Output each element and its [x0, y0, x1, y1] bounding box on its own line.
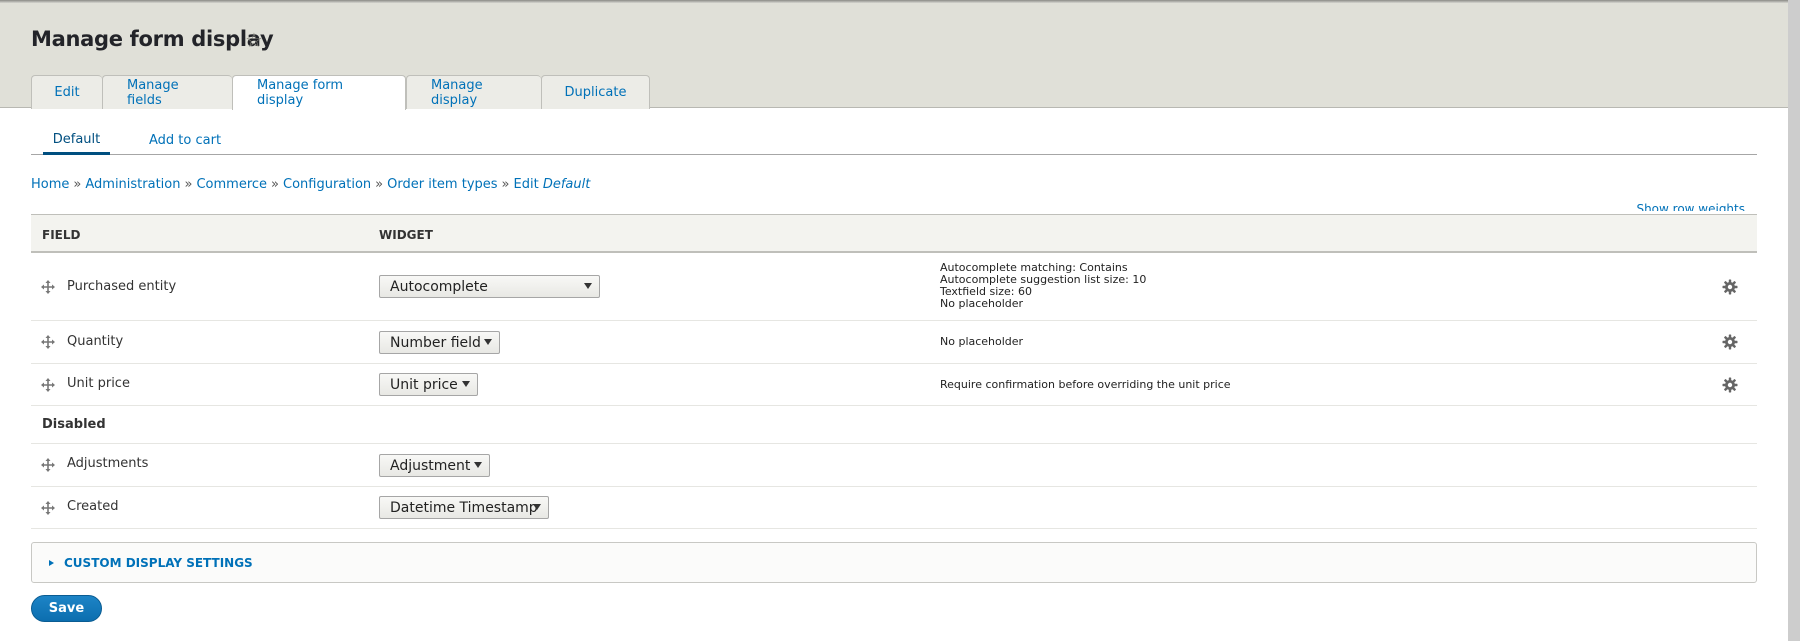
primary-tabs: Edit Manage fields Manage form display M…: [31, 75, 650, 110]
vertical-scrollbar[interactable]: [1788, 0, 1800, 641]
page: Manage form display ☆ Edit Manage fields…: [0, 0, 1788, 641]
chevron-down-icon: [584, 283, 592, 289]
breadcrumb-default-label: Default: [542, 177, 591, 192]
drag-handle-icon[interactable]: [41, 501, 55, 515]
gear-icon[interactable]: [1722, 334, 1738, 350]
summary-line: No placeholder: [940, 297, 1024, 310]
field-summary: Require confirmation before overriding t…: [940, 379, 1231, 391]
tab-edit[interactable]: Edit: [31, 75, 102, 109]
field-label: Unit price: [67, 376, 130, 391]
star-icon[interactable]: ☆: [245, 28, 263, 52]
widget-select[interactable]: Datetime Timestamp: [379, 496, 549, 519]
field-label: Created: [67, 499, 119, 514]
show-row-weights-link[interactable]: Show row weights: [1636, 199, 1745, 211]
table-row: Unit price Unit price Require confirmati…: [31, 364, 1757, 406]
chevron-down-icon: [533, 504, 541, 510]
field-summary: No placeholder: [940, 336, 1023, 348]
chevron-down-icon: [462, 381, 470, 387]
secondary-tabs: Default Add to cart: [31, 126, 1757, 155]
widget-select[interactable]: Adjustment: [379, 454, 490, 477]
breadcrumb-separator: »: [375, 177, 384, 192]
column-header-widget: Widget: [379, 228, 433, 242]
triangle-right-icon: [49, 560, 54, 566]
page-title: Manage form display: [31, 27, 274, 51]
save-button[interactable]: Save: [31, 595, 102, 622]
widget-select-value: Adjustment: [390, 457, 471, 474]
top-shadow: [0, 0, 1788, 3]
breadcrumb-separator: »: [73, 177, 82, 192]
breadcrumb-configuration[interactable]: Configuration: [283, 177, 371, 192]
table-header: Field Widget: [31, 214, 1757, 253]
breadcrumb-separator: »: [501, 177, 510, 192]
widget-select-value: Number field: [390, 334, 481, 351]
drag-handle-icon[interactable]: [41, 280, 55, 294]
tab-duplicate[interactable]: Duplicate: [541, 75, 650, 109]
field-summary: Autocomplete matching: Contains Autocomp…: [940, 262, 1146, 310]
subtab-add-to-cart[interactable]: Add to cart: [149, 126, 221, 154]
drag-handle-icon[interactable]: [41, 335, 55, 349]
breadcrumb-commerce[interactable]: Commerce: [196, 177, 267, 192]
table-row: Created Datetime Timestamp: [31, 487, 1757, 529]
widget-select-value: Autocomplete: [390, 278, 488, 295]
widget-select[interactable]: Unit price: [379, 373, 478, 396]
widget-select[interactable]: Number field: [379, 331, 500, 354]
widget-select-value: Datetime Timestamp: [390, 499, 538, 516]
fields-table: Field Widget Purchased entity Autocomple…: [31, 214, 1757, 529]
breadcrumb-edit-default[interactable]: Edit Default: [514, 177, 591, 192]
drag-handle-icon[interactable]: [41, 458, 55, 472]
custom-display-settings-toggle[interactable]: Custom display settings: [49, 556, 253, 570]
breadcrumb-separator: »: [184, 177, 193, 192]
field-label: Purchased entity: [67, 279, 177, 294]
table-row: Quantity Number field No placeholder: [31, 321, 1757, 364]
custom-display-settings-label: Custom display settings: [64, 556, 253, 570]
page-header: Manage form display ☆ Edit Manage fields…: [0, 0, 1788, 110]
column-header-field: Field: [42, 228, 81, 242]
gear-icon[interactable]: [1722, 279, 1738, 295]
chevron-down-icon: [474, 462, 482, 468]
tab-manage-form-display[interactable]: Manage form display: [232, 75, 406, 110]
chevron-down-icon: [484, 339, 492, 345]
breadcrumb-separator: »: [271, 177, 279, 192]
drag-handle-icon[interactable]: [41, 378, 55, 392]
custom-display-settings: Custom display settings: [31, 542, 1757, 583]
summary-line: No placeholder: [940, 335, 1024, 348]
region-row-disabled: Disabled: [31, 406, 1757, 444]
tab-manage-fields[interactable]: Manage fields: [102, 75, 232, 109]
breadcrumb-administration[interactable]: Administration: [85, 177, 180, 192]
breadcrumb-edit-label: Edit: [513, 177, 539, 192]
breadcrumb: Home» Administration» Commerce» Configurati…: [31, 177, 590, 192]
table-row: Adjustments Adjustment: [31, 444, 1757, 487]
breadcrumb-home[interactable]: Home: [31, 177, 69, 192]
tab-manage-display[interactable]: Manage display: [406, 75, 541, 109]
breadcrumb-order-item-types[interactable]: Order item types: [387, 177, 497, 192]
region-title: Disabled: [42, 417, 106, 432]
field-label: Adjustments: [67, 456, 149, 471]
gear-icon[interactable]: [1722, 377, 1738, 393]
widget-select-value: Unit price: [390, 376, 458, 393]
field-label: Quantity: [67, 334, 124, 349]
table-row: Purchased entity Autocomplete Autocomple…: [31, 253, 1757, 321]
subtab-default[interactable]: Default: [43, 126, 110, 155]
summary-line: Require confirmation before overriding t…: [940, 378, 1231, 391]
widget-select[interactable]: Autocomplete: [379, 275, 600, 298]
